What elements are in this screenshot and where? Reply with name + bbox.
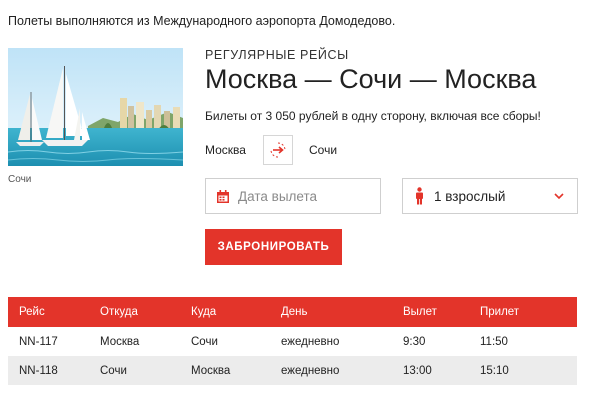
- schedule-table: Рейс Откуда Куда День Вылет Прилет NN-11…: [8, 297, 577, 385]
- page-title: Москва — Сочи — Москва: [205, 64, 537, 94]
- departure-time-cell: 9:30: [403, 335, 426, 348]
- photo-caption: Сочи: [8, 174, 32, 185]
- arrival-time-cell: 15:10: [480, 356, 577, 385]
- column-header: Рейс: [8, 297, 100, 327]
- column-header: Вылет: [403, 297, 480, 327]
- date-placeholder: Дата вылета: [238, 188, 317, 204]
- flight-number-cell: NN-118: [8, 356, 100, 385]
- origin-cell: Москва: [100, 335, 140, 348]
- passengers-select[interactable]: 1 взрослый: [402, 178, 578, 214]
- person-icon: [416, 187, 423, 205]
- column-header: Откуда: [100, 297, 191, 327]
- destination-cell: Москва: [191, 356, 281, 385]
- table-row: NN-118 Сочи Москва ежедневно 13:00 15:10: [8, 356, 577, 385]
- direction-from: Москва: [205, 143, 246, 157]
- airport-notice: Полеты выполняются из Международного аэр…: [8, 14, 396, 28]
- column-header: Куда: [191, 297, 281, 327]
- arrival-time-cell: 11:50: [480, 335, 508, 348]
- book-button[interactable]: ЗАБРОНИРОВАТЬ: [205, 229, 342, 265]
- origin-cell: Сочи: [100, 356, 191, 385]
- swap-direction-button[interactable]: [263, 135, 293, 165]
- destination-cell: Сочи: [191, 335, 218, 348]
- calendar-icon: [217, 189, 229, 203]
- days-cell: ежедневно: [281, 356, 403, 385]
- column-header: День: [281, 297, 403, 327]
- departure-time-cell: 13:00: [403, 356, 480, 385]
- departure-date-input[interactable]: Дата вылета: [205, 178, 381, 214]
- price-info: Билеты от 3 050 рублей в одну сторону, в…: [205, 109, 541, 123]
- chevron-down-icon: [554, 193, 564, 200]
- flight-number-cell: NN-117: [19, 335, 58, 348]
- table-row: NN-117 Москва Сочи ежедневно 9:30 11:50: [8, 327, 577, 356]
- swap-arrow-icon: [270, 142, 286, 158]
- table-header-row: Рейс Откуда Куда День Вылет Прилет: [8, 297, 577, 327]
- days-cell: ежедневно: [281, 335, 340, 348]
- destination-photo: [8, 48, 183, 166]
- passengers-value: 1 взрослый: [434, 188, 506, 204]
- column-header: Прилет: [480, 297, 577, 327]
- direction-to: Сочи: [309, 143, 338, 157]
- route-kicker: РЕГУЛЯРНЫЕ РЕЙСЫ: [205, 48, 349, 62]
